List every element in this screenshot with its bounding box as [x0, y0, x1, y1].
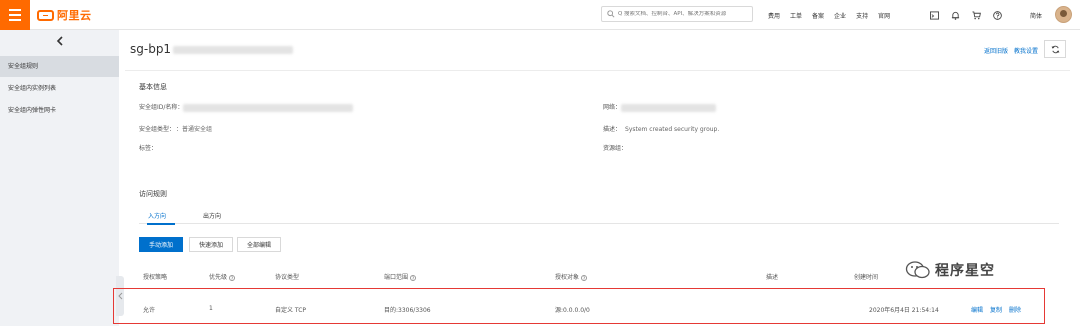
col-auth-object-label: 授权对象 — [555, 274, 580, 281]
col-port-range: 端口范围? — [384, 272, 417, 281]
page-title: sg-bp1 — [130, 42, 294, 56]
main-content: sg-bp1 返回旧版 教我设置 基本信息 安全组ID/名称： 网络： 安全组类型… — [125, 30, 1080, 326]
access-rules-heading: 访问规则 — [139, 190, 167, 198]
redacted-group-id — [183, 103, 354, 112]
tab-outbound[interactable]: 出方向 — [203, 211, 221, 220]
search-icon — [607, 10, 615, 18]
logo-text: 阿里云 — [57, 9, 92, 22]
redacted-title — [173, 45, 294, 54]
network-row: 网络： — [603, 102, 717, 112]
resource-group-label: 资源组： — [603, 145, 628, 152]
refresh-button[interactable] — [1044, 40, 1066, 58]
group-type-row: 安全组类型： ：普通安全组 — [139, 124, 212, 133]
basic-info-heading: 基本信息 — [139, 83, 167, 91]
terminal-icon[interactable] — [930, 10, 939, 20]
avatar[interactable] — [1055, 6, 1072, 23]
page-title-text: sg-bp1 — [130, 42, 172, 56]
resource-group-row: 资源组： — [603, 143, 627, 152]
col-auth-object: 授权对象? — [555, 272, 588, 281]
col-created-time: 创建时间 — [854, 274, 879, 281]
language-switch[interactable]: 简体 — [1030, 11, 1042, 20]
quick-add-button[interactable]: 快速添加 — [189, 237, 233, 252]
cart-icon[interactable] — [972, 10, 981, 20]
nav-billing[interactable]: 费用 — [768, 11, 780, 20]
tutorial-link[interactable]: 教我设置 — [1014, 48, 1038, 55]
sidebar-item-enis[interactable]: 安全组内弹性网卡 — [0, 100, 119, 121]
col-policy: 授权策略 — [143, 274, 168, 281]
edit-all-button[interactable]: 全部编辑 — [237, 237, 281, 252]
nav-enterprise[interactable]: 企业 — [834, 11, 846, 20]
col-priority-label: 优先级 — [209, 274, 228, 281]
col-priority: 优先级? — [209, 272, 236, 281]
top-icons — [930, 0, 1002, 30]
back-to-old-version-link[interactable]: 返回旧版 — [984, 48, 1008, 55]
description-label: 描述： — [603, 126, 622, 133]
network-label: 网络： — [603, 104, 622, 111]
search-input[interactable] — [617, 11, 752, 17]
direction-tabs: 入方向 出方向 — [139, 208, 1059, 225]
tab-inbound[interactable]: 入方向 — [148, 211, 166, 220]
back-button[interactable] — [0, 30, 119, 51]
group-type-label: 安全组类型： — [139, 126, 173, 133]
help-icon[interactable]: ? — [229, 274, 236, 281]
tags-label: 标签： — [139, 145, 158, 152]
sidebar-item-security-rules[interactable]: 安全组规则 — [0, 56, 119, 77]
help-icon[interactable]: ? — [410, 274, 417, 281]
description-row: 描述： System created security group. — [603, 124, 719, 133]
active-tab-indicator — [147, 223, 175, 225]
search-box[interactable] — [601, 6, 753, 22]
chevron-left-icon — [56, 35, 63, 46]
sidebar-item-instances[interactable]: 安全组内实例列表 — [0, 78, 119, 99]
group-type-value: ：普通安全组 — [176, 126, 213, 133]
manual-add-button[interactable]: 手动添加 — [139, 237, 183, 252]
refresh-icon — [1051, 45, 1059, 53]
top-nav: 费用 工单 备案 企业 支持 官网 — [758, 0, 890, 30]
help-icon[interactable] — [993, 10, 1002, 20]
col-description: 描述 — [766, 274, 779, 281]
watermark-text: 程序星空 — [935, 263, 995, 279]
group-id-label: 安全组ID/名称： — [139, 104, 184, 111]
col-port-range-label: 端口范围 — [384, 274, 409, 281]
tags-row: 标签： — [139, 143, 157, 152]
header-links: 返回旧版 教我设置 — [978, 46, 1038, 55]
aliyun-logo-icon — [37, 9, 54, 21]
nav-official-site[interactable]: 官网 — [878, 11, 890, 20]
watermark: 程序星空 — [905, 260, 995, 280]
nav-icp[interactable]: 备案 — [812, 11, 824, 20]
col-protocol: 协议类型 — [275, 274, 300, 281]
group-id-row: 安全组ID/名称： — [139, 102, 354, 112]
nav-support[interactable]: 支持 — [856, 11, 868, 20]
nav-tickets[interactable]: 工单 — [790, 11, 802, 20]
sidebar: 安全组规则 安全组内实例列表 安全组内弹性网卡 — [0, 30, 124, 326]
top-bar: 阿里云 费用 工单 备案 企业 支持 官网 简体 — [0, 0, 1080, 30]
aliyun-logo[interactable]: 阿里云 — [37, 8, 92, 22]
highlight-box — [113, 288, 1045, 324]
wechat-icon — [905, 261, 930, 279]
description-value: System created security group. — [625, 126, 720, 133]
bell-icon[interactable] — [951, 11, 960, 20]
redacted-network — [621, 103, 717, 112]
menu-icon[interactable] — [0, 0, 30, 30]
help-icon[interactable]: ? — [581, 274, 588, 281]
